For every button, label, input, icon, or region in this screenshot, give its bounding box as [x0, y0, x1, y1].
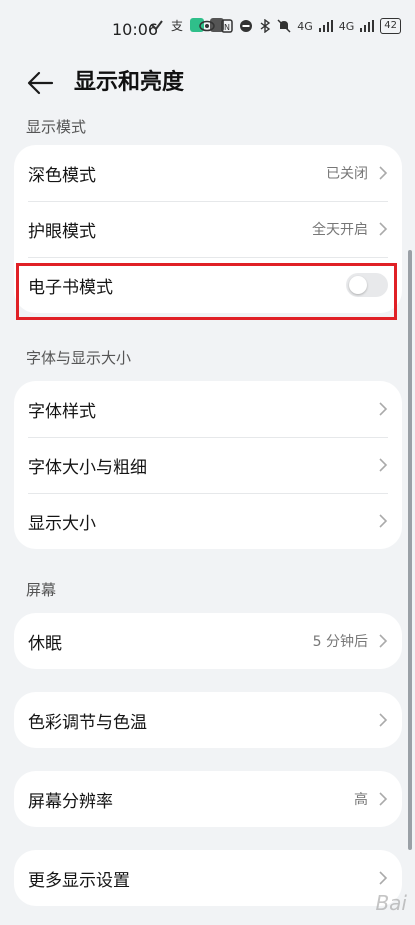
nfc-icon: N: [221, 19, 233, 33]
header: 显示和亮度: [0, 58, 415, 110]
alipay-icon: 支: [171, 19, 183, 32]
sleep-card: 休眠 5 分钟后: [14, 613, 402, 669]
font-style-label: 字体样式: [28, 401, 96, 422]
dark-mode-row[interactable]: 深色模式 已关闭: [14, 145, 402, 201]
font-style-row[interactable]: 字体样式: [14, 381, 402, 437]
back-arrow-icon[interactable]: [26, 68, 56, 98]
sleep-row[interactable]: 休眠 5 分钟后: [14, 613, 402, 669]
signal-icon-2: [360, 20, 375, 32]
color-temperature-label: 色彩调节与色温: [28, 712, 147, 733]
chevron-right-icon: [379, 166, 388, 180]
chevron-right-icon: [379, 402, 388, 416]
resolution-value: 高: [354, 792, 368, 808]
eye-comfort-value: 全天开启: [312, 222, 368, 238]
sleep-label: 休眠: [28, 633, 62, 654]
svg-text:支: 支: [171, 19, 183, 32]
color-card: 色彩调节与色温: [14, 692, 402, 748]
resolution-row[interactable]: 屏幕分辨率 高: [14, 771, 402, 827]
eye-comfort-label: 护眼模式: [28, 221, 96, 242]
baidu-watermark: Bai: [375, 891, 407, 915]
chevron-right-icon: [379, 458, 388, 472]
page-title: 显示和亮度: [74, 70, 185, 95]
ebook-mode-label: 电子书模式: [28, 277, 113, 298]
more-display-settings-row[interactable]: 更多显示设置: [14, 850, 402, 906]
more-display-settings-label: 更多显示设置: [28, 870, 130, 891]
app-notification-icon: [151, 20, 163, 31]
ebook-mode-toggle[interactable]: [346, 273, 388, 297]
chevron-right-icon: [379, 871, 388, 885]
battery-icon: 42: [380, 18, 401, 34]
resolution-label: 屏幕分辨率: [28, 791, 113, 812]
resolution-card: 屏幕分辨率 高: [14, 771, 402, 827]
network-label-1: 4G: [297, 19, 313, 33]
section-title-screen: 屏幕: [26, 581, 57, 599]
chevron-right-icon: [379, 514, 388, 528]
dnd-icon: [240, 20, 253, 32]
font-display-card: 字体样式 字体大小与粗细 显示大小: [14, 381, 402, 549]
toggle-knob: [349, 276, 367, 294]
more-display-card: 更多显示设置: [14, 850, 402, 906]
mute-icon: [277, 19, 291, 33]
chevron-right-icon: [379, 713, 388, 727]
color-temperature-row[interactable]: 色彩调节与色温: [14, 692, 402, 748]
bluetooth-icon: [260, 19, 271, 33]
scrollbar[interactable]: [408, 250, 412, 850]
section-title-font-display: 字体与显示大小: [26, 349, 132, 367]
ebook-mode-row[interactable]: 电子书模式: [14, 257, 402, 313]
display-size-row[interactable]: 显示大小: [14, 493, 402, 549]
font-size-label: 字体大小与粗细: [28, 457, 147, 478]
status-bar: 10:06 支 N 4G 4G 42: [0, 0, 415, 58]
network-label-2: 4G: [338, 19, 355, 33]
dark-mode-value: 已关闭: [326, 166, 368, 182]
font-size-row[interactable]: 字体大小与粗细: [14, 437, 402, 493]
chevron-right-icon: [379, 634, 388, 648]
signal-icon: [318, 20, 333, 32]
eye-comfort-row[interactable]: 护眼模式 全天开启: [14, 201, 402, 257]
chevron-right-icon: [379, 222, 388, 236]
sleep-value: 5 分钟后: [312, 634, 368, 650]
dark-mode-label: 深色模式: [28, 165, 96, 186]
svg-text:N: N: [224, 23, 230, 32]
chevron-right-icon: [379, 792, 388, 806]
display-mode-card: 深色模式 已关闭 护眼模式 全天开启 电子书模式: [14, 145, 402, 313]
display-size-label: 显示大小: [28, 513, 96, 534]
system-status-icons: N 4G 4G 42: [199, 18, 401, 34]
section-title-display-mode: 显示模式: [26, 118, 87, 136]
eye-icon: [199, 20, 215, 32]
